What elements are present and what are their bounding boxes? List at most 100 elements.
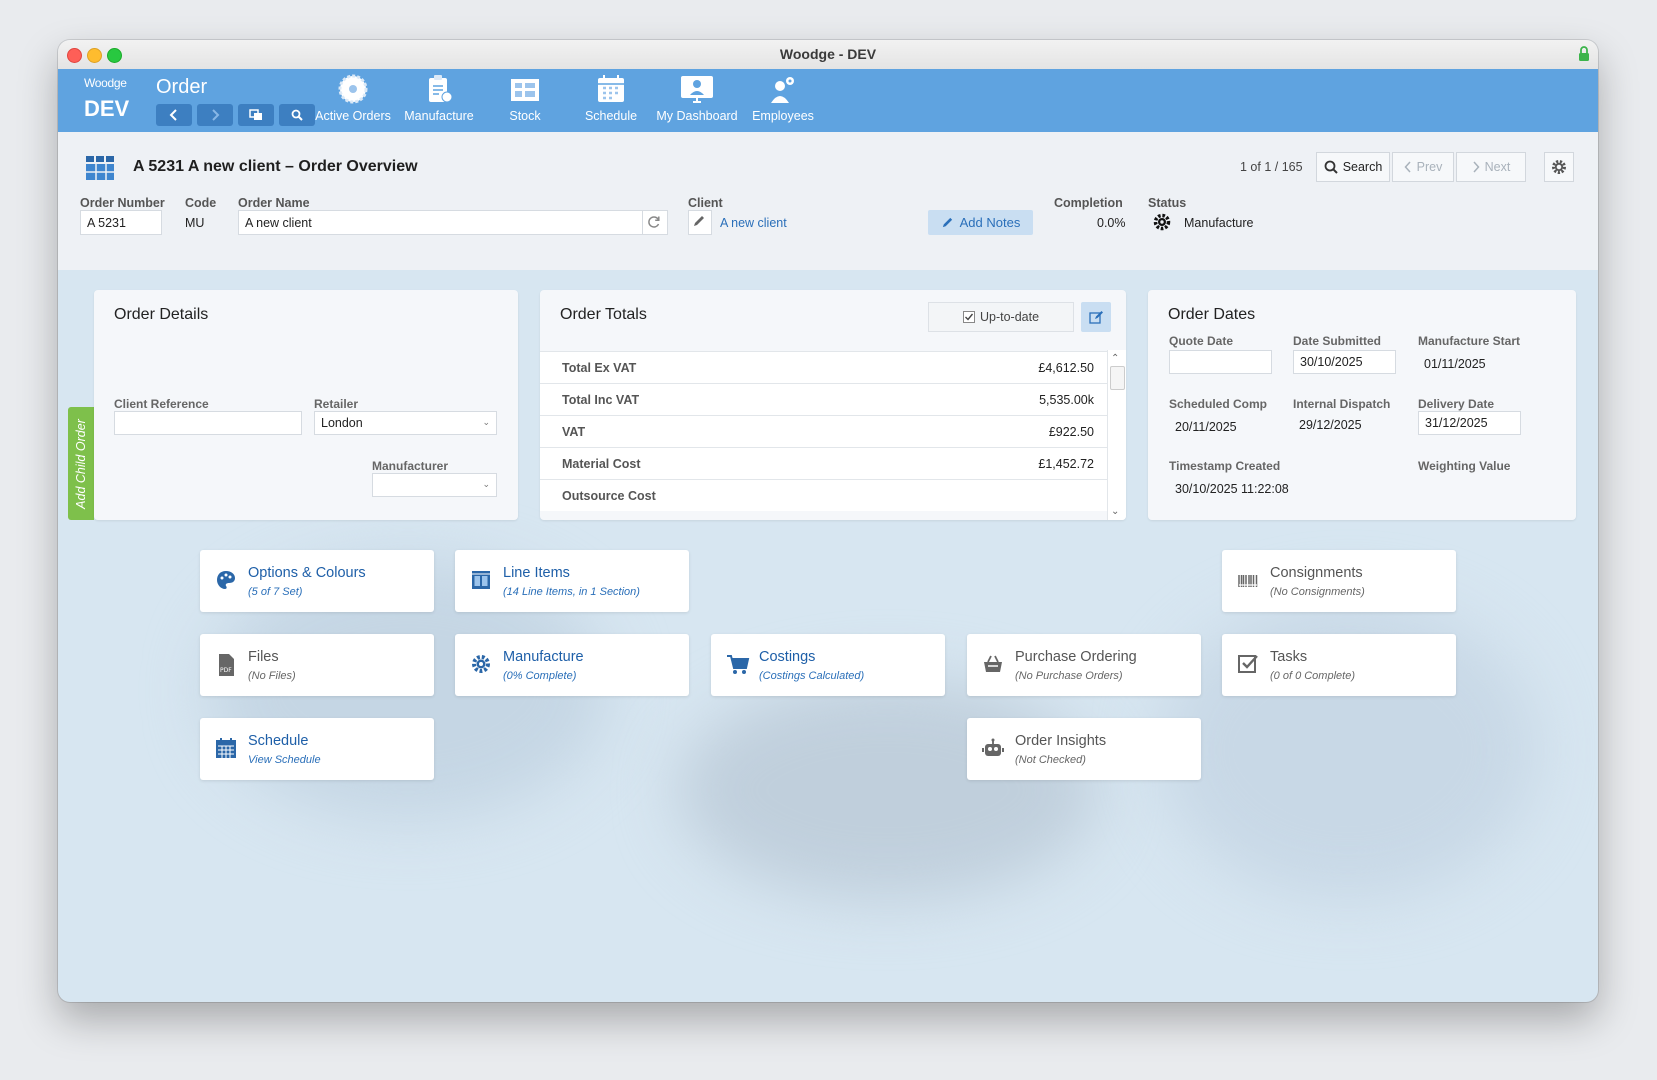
scroll-down-icon[interactable]: ⌄ [1111, 506, 1119, 517]
search-button[interactable]: Search [1316, 152, 1390, 182]
tile-title: Order Insights [1015, 733, 1107, 749]
tile-consignments[interactable]: Consignments (No Consignments) [1222, 550, 1456, 612]
retailer-select[interactable]: London ⌄ [314, 411, 497, 435]
edit-totals-button[interactable] [1081, 302, 1111, 332]
toolbar-manufacture[interactable]: Manufacture [396, 71, 482, 131]
order-number-field[interactable]: A 5231 [80, 210, 162, 235]
tile-subtitle: (5 of 7 Set) [248, 586, 303, 598]
tile-title: Costings [759, 649, 816, 665]
order-board-icon [86, 156, 114, 180]
tile-subtitle: (No Consignments) [1270, 586, 1365, 598]
totals-row: Outsource Cost [540, 479, 1108, 511]
manufacture-start-value[interactable]: 01/11/2025 [1424, 357, 1486, 371]
refresh-name-button[interactable] [642, 210, 668, 235]
chevron-right-icon [1473, 161, 1480, 173]
order-name-field[interactable]: A new client [238, 210, 643, 235]
totals-row-value: 5,535.00k [1039, 393, 1094, 407]
add-child-order-tab[interactable]: Add Child Order [68, 407, 94, 520]
tile-files[interactable]: PDF Files (No Files) [200, 634, 434, 696]
manufacturer-select[interactable]: ⌄ [372, 473, 497, 497]
totals-row-label: Outsource Cost [562, 489, 656, 503]
delivery-date-label: Delivery Date [1418, 397, 1495, 411]
gear-icon [472, 655, 490, 673]
tile-order-insights[interactable]: Order Insights (Not Checked) [967, 718, 1201, 780]
tile-tasks[interactable]: Tasks (0 of 0 Complete) [1222, 634, 1456, 696]
toolbar-employees-label: Employees [752, 109, 814, 123]
toolbar-my-dashboard-label: My Dashboard [656, 109, 738, 123]
settings-button[interactable] [1544, 152, 1574, 182]
add-notes-label: Add Notes [959, 215, 1021, 230]
tile-title: Tasks [1270, 649, 1308, 665]
toolbar-my-dashboard[interactable]: My Dashboard [654, 71, 740, 131]
main-toolbar: Woodge DEV Order Active Orders Manufactu… [58, 69, 1598, 132]
quote-date-field[interactable] [1169, 350, 1272, 374]
tile-schedule[interactable]: Schedule View Schedule [200, 718, 434, 780]
client-reference-label: Client Reference [114, 397, 209, 411]
date-submitted-label: Date Submitted [1293, 334, 1382, 348]
tile-subtitle: (No Files) [248, 670, 296, 682]
lock-icon [1579, 46, 1589, 61]
scroll-up-icon[interactable]: ⌃ [1111, 353, 1119, 364]
toolbar-stock[interactable]: Stock [482, 71, 568, 131]
order-number-label: Order Number [80, 196, 165, 210]
pencil-icon [694, 216, 704, 226]
delivery-date-field[interactable]: 31/12/2025 [1418, 411, 1521, 435]
totals-row: VAT £922.50 [540, 415, 1108, 447]
totals-row-label: VAT [562, 425, 586, 439]
checkbox-icon [1238, 655, 1258, 673]
tile-title: Purchase Ordering [1015, 649, 1137, 665]
tile-line-items[interactable]: Line Items (14 Line Items, in 1 Section) [455, 550, 689, 612]
windows-button[interactable] [238, 104, 274, 126]
client-link[interactable]: A new client [720, 216, 787, 230]
order-details-title: Order Details [114, 306, 209, 323]
order-dates-panel: Order Dates Quote Date Date Submitted 30… [1148, 290, 1576, 520]
completion-label: Completion [1054, 196, 1123, 210]
next-button-label: Next [1484, 160, 1511, 174]
quote-date-label: Quote Date [1169, 334, 1234, 348]
totals-row: Total Inc VAT 5,535.00k [540, 383, 1108, 415]
add-notes-button[interactable]: Add Notes [928, 210, 1033, 235]
scroll-thumb[interactable] [1110, 366, 1125, 390]
scheduled-comp-value[interactable]: 20/11/2025 [1175, 420, 1237, 434]
palette-icon [217, 571, 235, 589]
search-button-label: Search [1342, 160, 1383, 174]
toolbar-employees[interactable]: Employees [740, 71, 826, 131]
tile-options-colours[interactable]: Options & Colours (5 of 7 Set) [200, 550, 434, 612]
timestamp-created-label: Timestamp Created [1169, 459, 1281, 473]
up-to-date-checkbox[interactable]: Up-to-date [928, 302, 1074, 332]
totals-row-value: £4,612.50 [1038, 361, 1094, 375]
totals-row-label: Total Ex VAT [562, 361, 637, 375]
toolbar-schedule[interactable]: Schedule [568, 71, 654, 131]
totals-row: Material Cost £1,452.72 [540, 447, 1108, 479]
page-title: A 5231 A new client – Order Overview [133, 158, 418, 175]
client-reference-field[interactable] [114, 411, 302, 435]
tile-manufacture[interactable]: Manufacture (0% Complete) [455, 634, 689, 696]
order-totals-panel: Order Totals Up-to-date Total Ex VAT £4,… [540, 290, 1126, 520]
employees-icon [771, 77, 794, 103]
retailer-value: London [321, 416, 363, 430]
date-submitted-field[interactable]: 30/10/2025 [1293, 350, 1396, 374]
pencil-icon [942, 217, 952, 228]
edit-client-button[interactable] [688, 210, 712, 235]
tile-subtitle: (0% Complete) [503, 670, 577, 682]
chevron-down-icon: ⌄ [482, 479, 490, 489]
app-logo-env: DEV [84, 96, 130, 121]
record-count: 1 of 1 / 165 [1240, 160, 1303, 174]
status-label: Status [1148, 196, 1187, 210]
order-details-panel: Order Details Client Reference Retailer … [94, 290, 518, 520]
prev-button[interactable]: Prev [1392, 152, 1454, 182]
tile-purchase-ordering[interactable]: Purchase Ordering (No Purchase Orders) [967, 634, 1201, 696]
barcode-icon [1238, 575, 1258, 587]
tile-title: Schedule [248, 733, 309, 749]
add-child-order-label: Add Child Order [74, 418, 88, 509]
tile-costings[interactable]: Costings (Costings Calculated) [711, 634, 945, 696]
next-button[interactable]: Next [1456, 152, 1526, 182]
toolbar-active-orders[interactable]: Active Orders [310, 71, 396, 131]
back-button[interactable] [156, 104, 192, 126]
forward-button[interactable] [197, 104, 233, 126]
manufacture-start-label: Manufacture Start [1418, 334, 1521, 348]
totals-scrollbar[interactable]: ⌃ ⌄ [1107, 350, 1126, 520]
internal-dispatch-value[interactable]: 29/12/2025 [1299, 418, 1362, 432]
clipboard-icon [429, 75, 453, 103]
window-title: Woodge - DEV [779, 46, 877, 62]
